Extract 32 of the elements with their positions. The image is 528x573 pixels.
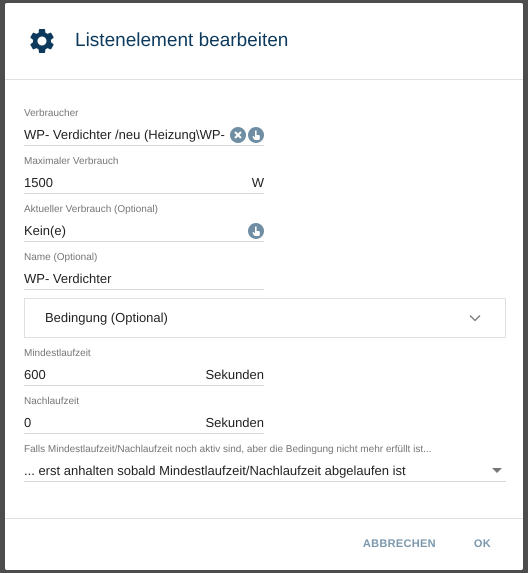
field-label: Nachlaufzeit (24, 396, 80, 408)
chevron-icon (469, 314, 481, 322)
field-label: Verbraucher (24, 108, 80, 120)
input-field[interactable]: 0 Sekunden (24, 412, 264, 434)
field-value: WP- Verdichter (24, 270, 112, 288)
dropdown-arrow-icon (492, 468, 502, 473)
input-field[interactable]: WP- Verdichter (24, 268, 264, 290)
input-field[interactable]: 1500 W (24, 172, 264, 194)
input-field[interactable]: Kein(e) (24, 220, 264, 242)
field-label: Mindestlaufzeit (24, 348, 92, 360)
field-value: 600 (24, 366, 47, 384)
select-value: ... erst anhalten sobald Mindestlaufzeit/Nachlaufzeit abgelaufen ist (24, 462, 407, 480)
field-label: Aktueller Verbrauch (Optional) (24, 204, 159, 216)
dialog-title: Listenelement bearbeiten (75, 28, 288, 53)
field-label: Name (Optional) (24, 252, 98, 264)
field-value: 0 (24, 414, 32, 432)
input-field[interactable]: WP- Verdichter /neu (Heizung\WP- (24, 124, 264, 146)
unit-label: Sekunden (205, 366, 264, 384)
field-value: Kein(e) (24, 222, 67, 240)
unit-label: Sekunden (205, 414, 264, 432)
clear-icon[interactable] (230, 126, 246, 142)
field-label: Maximaler Verbrauch (24, 156, 120, 168)
accordion-title: Bedingung (Optional) (45, 309, 169, 328)
field-value: WP- Verdichter /neu (Heizung\WP- (24, 126, 226, 144)
unit-label: W (252, 174, 264, 192)
field-value: 1500 (24, 174, 54, 192)
condition-accordion[interactable]: Bedingung (Optional) (24, 298, 506, 338)
field-label: Falls Mindestlaufzeit/Nachlaufzeit noch aktiv sind, aber die Bedingung nicht mehr erfüllt ist... (24, 444, 432, 456)
select-field[interactable]: ... erst anhalten sobald Mindestlaufzeit/Nachlaufzeit abgelaufen ist (24, 460, 506, 482)
input-field[interactable]: 600 Sekunden (24, 364, 264, 386)
hand-pointer-icon[interactable] (248, 126, 264, 142)
hand-pointer-icon[interactable] (248, 222, 264, 238)
